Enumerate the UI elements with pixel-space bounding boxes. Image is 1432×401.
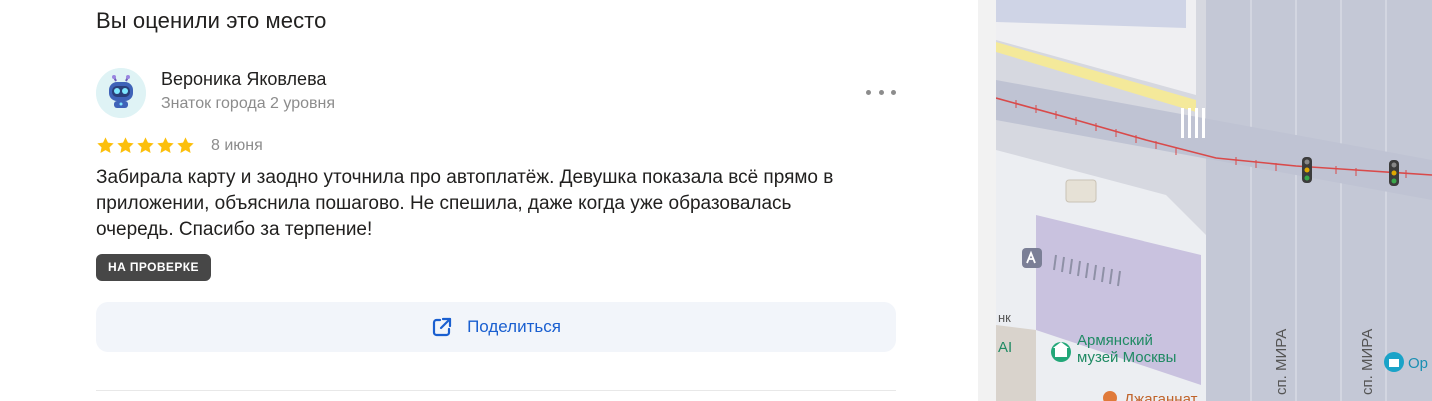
map-street-label: сп. МИРА [1359, 329, 1376, 395]
share-external-icon [432, 317, 452, 337]
map-view[interactable]: Армянский музей Москвы нк AI сп. МИРА сп… [996, 0, 1432, 401]
gift-shop-icon [1384, 352, 1404, 372]
review-panel: Вы оценили это место Вероника Яковлева З… [0, 0, 990, 401]
star-icon [97, 137, 114, 153]
divider [96, 390, 896, 391]
review-date: 8 июня [211, 137, 263, 154]
traffic-light-icon [1389, 160, 1399, 186]
star-icon [177, 137, 194, 153]
share-label: Поделиться [467, 317, 561, 336]
robot-avatar-icon [96, 68, 146, 118]
avatar[interactable] [96, 68, 146, 118]
more-dots-icon [891, 89, 896, 95]
page-title: Вы оценили это место [96, 8, 327, 33]
map-label-partial[interactable]: Ор [1408, 355, 1428, 372]
review-text: Забирала карту и заодно уточнила про авт… [96, 167, 834, 240]
metro-icon [1022, 248, 1042, 268]
panel-separator [978, 0, 996, 401]
more-options-button[interactable] [866, 82, 896, 102]
share-button[interactable]: Поделиться [96, 302, 896, 352]
map-label-bottom[interactable]: Джаганнат [1124, 391, 1198, 401]
status-badge: НА ПРОВЕРКЕ [96, 254, 211, 281]
map-label-museum-1[interactable]: Армянский [1077, 332, 1153, 349]
more-dots-icon [866, 89, 871, 95]
more-dots-icon [878, 89, 884, 95]
star-icon [157, 137, 174, 153]
author-level: Знаток города 2 уровня [161, 95, 336, 112]
traffic-light-icon [1302, 157, 1312, 183]
map-street-label: сп. МИРА [1273, 329, 1290, 395]
museum-icon [1051, 342, 1071, 362]
map-label-museum-2[interactable]: музей Москвы [1077, 349, 1176, 366]
rating-stars [96, 136, 195, 155]
star-icon [117, 137, 134, 153]
star-icon [137, 137, 154, 153]
author-name[interactable]: Вероника Яковлева [161, 69, 326, 90]
map-label-fragment: нк [998, 310, 1011, 325]
map-label-fragment-2: AI [998, 339, 1012, 356]
